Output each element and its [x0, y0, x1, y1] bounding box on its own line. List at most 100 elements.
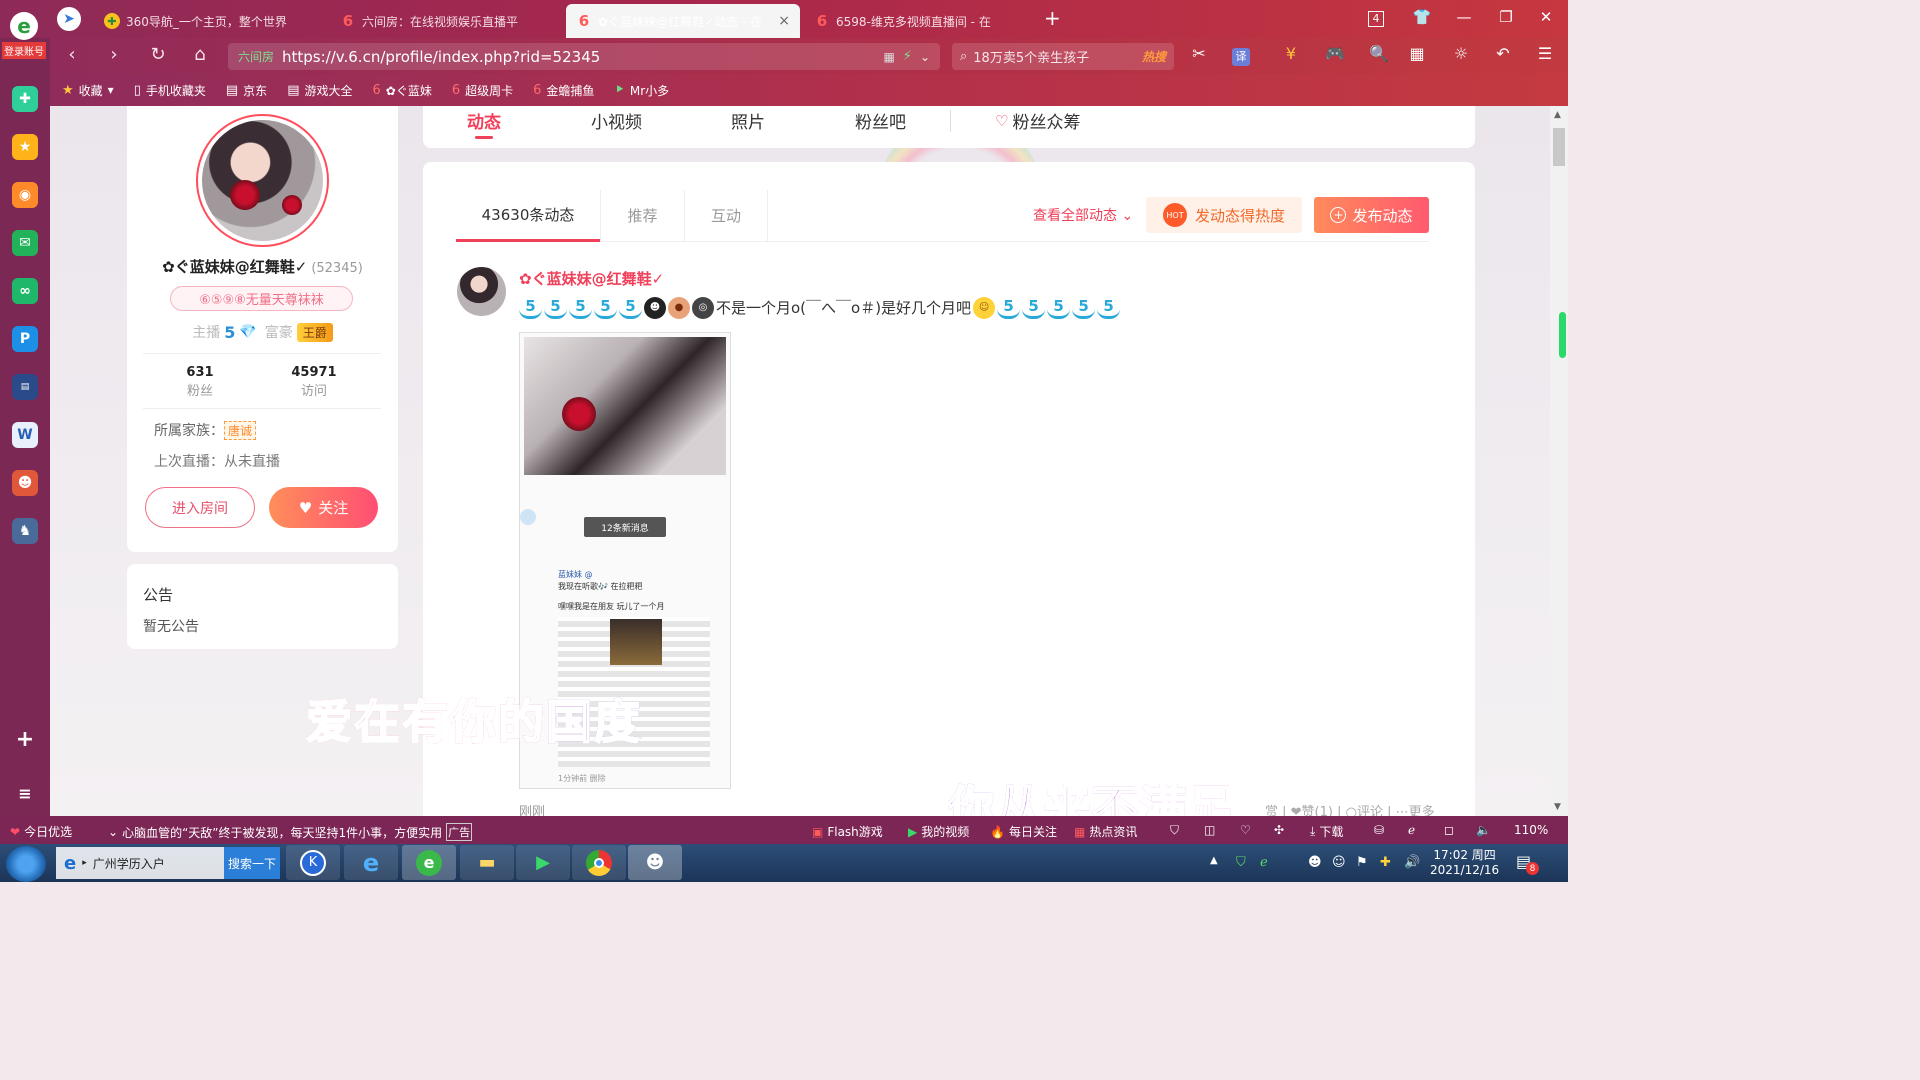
tray-network-icon[interactable]: ⚑: [1356, 855, 1368, 870]
taskbar-search-button[interactable]: 搜索一下: [224, 847, 280, 879]
heart-pulse-icon[interactable]: ♡: [1240, 823, 1251, 837]
login-button[interactable]: e 登录账号: [0, 12, 48, 62]
flash-games[interactable]: ▣ Flash游戏: [812, 823, 883, 840]
tray-ie-icon[interactable]: ℯ: [1260, 855, 1268, 870]
tab-360-nav[interactable]: ✚ 360导航_一个主页，整个世界: [94, 4, 326, 38]
address-bar[interactable]: 六间房 https://v.6.cn/profile/index.php?rid…: [228, 43, 940, 70]
back-icon[interactable]: ‹: [60, 44, 84, 65]
bookmark-fishing[interactable]: 6 金蟾捕鱼: [533, 82, 594, 99]
volume-icon[interactable]: 🔈: [1476, 823, 1491, 837]
tray-user-icon[interactable]: ☺: [1332, 855, 1346, 870]
hot-news[interactable]: ▦ 热点资讯: [1074, 823, 1137, 840]
subtab-recommended[interactable]: 推荐: [600, 190, 684, 242]
tray-360-icon[interactable]: ✚: [1380, 855, 1391, 870]
new-tab-button[interactable]: +: [1044, 6, 1061, 30]
tab-short-video[interactable]: 小视频: [591, 108, 642, 133]
news-ticker[interactable]: ⌄ 心脑血管的“天敌”终于被发现，每天坚持1件小事，方便实用 广告: [108, 823, 473, 841]
scroll-up-icon[interactable]: ▲: [1554, 110, 1561, 120]
scissors-icon[interactable]: ✂: [1186, 44, 1212, 63]
browser-logo-icon[interactable]: ➤: [57, 7, 81, 31]
post-author-name[interactable]: ✿ぐ蓝妹妹@红舞鞋✓: [519, 268, 664, 289]
family-link[interactable]: 唐诚: [224, 420, 257, 440]
bookmark-favorites[interactable]: ★ 收藏 ▾: [62, 82, 114, 99]
family-badge[interactable]: ⑥⑤⑨⑧无量天尊袜袜: [170, 286, 353, 311]
fans-stat[interactable]: 631 粉丝: [160, 365, 240, 399]
apps-grid-icon[interactable]: ▦: [1404, 44, 1430, 63]
hot-post-button[interactable]: HOT 发动态得热度: [1146, 197, 1302, 233]
enter-room-button[interactable]: 进入房间: [145, 487, 255, 528]
my-videos[interactable]: ▶ 我的视频: [908, 823, 969, 840]
subtab-all-posts[interactable]: 43630条动态: [456, 190, 600, 242]
game-controller-icon[interactable]: ✣: [1274, 823, 1284, 837]
bookmark-games[interactable]: ▤ 游戏大全: [287, 82, 352, 99]
publish-post-button[interactable]: + 发布动态: [1314, 197, 1429, 233]
media-player-icon[interactable]: ▶: [516, 845, 570, 880]
skin-icon[interactable]: 👕: [1410, 8, 1434, 26]
link-icon[interactable]: ∞: [12, 278, 38, 304]
speed-icon[interactable]: ⚡: [903, 49, 912, 64]
word-icon[interactable]: W: [12, 422, 38, 448]
post-author-avatar[interactable]: [457, 267, 506, 316]
bookmark-jd[interactable]: ▤ 京东: [226, 82, 267, 99]
mail-icon[interactable]: ✉: [12, 230, 38, 256]
side-handle[interactable]: [1559, 312, 1566, 358]
page-scrollbar[interactable]: ▲ ▼: [1550, 106, 1568, 816]
tab-6598-room[interactable]: 6 6598-维克多视频直播间 - 在: [804, 4, 1036, 38]
chevron-down-icon[interactable]: ⌄: [920, 50, 930, 64]
list-icon[interactable]: ≡: [12, 780, 38, 806]
home-icon[interactable]: ⌂: [188, 44, 212, 65]
k-app-icon[interactable]: K: [286, 845, 340, 880]
today-picks[interactable]: ❤ 今日优选: [10, 823, 72, 840]
tab-feed[interactable]: 动态: [467, 108, 501, 139]
coupon-icon[interactable]: ¥: [1278, 44, 1304, 63]
shield-icon[interactable]: ⛉: [1170, 823, 1179, 838]
tray-qq-icon[interactable]: ☻: [1308, 855, 1322, 870]
tab-count-badge[interactable]: 4: [1368, 11, 1384, 27]
brightness-icon[interactable]: ☼: [1448, 44, 1474, 63]
plus-service-icon[interactable]: ✚: [12, 86, 38, 112]
zoom-level[interactable]: 110%: [1514, 823, 1548, 837]
download-button[interactable]: ⤓ 下载: [1310, 823, 1343, 840]
search-box[interactable]: ⌕ 18万卖5个亲生孩子 热搜: [952, 43, 1174, 70]
tray-shield-icon[interactable]: ⛉: [1236, 855, 1246, 870]
game-avatar-icon[interactable]: ☻: [628, 845, 682, 880]
notification-center[interactable]: ▤ 8: [1516, 852, 1539, 875]
tab-fan-club[interactable]: 粉丝吧: [855, 108, 906, 133]
refresh-icon[interactable]: ↻: [146, 44, 170, 65]
360-browser-icon[interactable]: e: [402, 845, 456, 880]
chrome-icon[interactable]: [572, 845, 626, 880]
game-knight-icon[interactable]: ♞: [12, 518, 38, 544]
scroll-down-icon[interactable]: ▼: [1554, 802, 1561, 812]
close-window-icon[interactable]: ✕: [1534, 8, 1558, 26]
add-sidebar-icon[interactable]: +: [12, 726, 38, 752]
tab-profile-active[interactable]: 6 ✿ぐ蓝妹妹@红舞鞋✓动态 - 在 ×: [566, 4, 800, 38]
translate-icon[interactable]: 译: [1232, 48, 1250, 66]
bookmark-mobile[interactable]: ▯ 手机收藏夹: [134, 82, 206, 99]
start-button[interactable]: [6, 846, 46, 882]
tab-photos[interactable]: 照片: [731, 108, 765, 133]
close-tab-icon[interactable]: ×: [778, 13, 790, 29]
cast-icon[interactable]: ⛁: [1374, 823, 1384, 837]
tab-6cn-home[interactable]: 6 六间房：在线视频娱乐直播平: [330, 4, 562, 38]
ppt-icon[interactable]: P: [12, 326, 38, 352]
daily-follow[interactable]: 🔥 每日关注: [990, 823, 1057, 840]
scroll-thumb[interactable]: [1553, 128, 1565, 166]
game-mascot-icon[interactable]: ☻: [12, 470, 38, 496]
ie-search-taskbar[interactable]: e ▸ 广州学历入户: [56, 847, 224, 879]
file-explorer-icon[interactable]: ▬: [460, 845, 514, 880]
ie-browser-icon[interactable]: e: [344, 845, 398, 880]
tray-up-arrow-icon[interactable]: ▲: [1210, 855, 1218, 866]
chart-icon[interactable]: ◫: [1204, 823, 1215, 837]
avatar[interactable]: [196, 114, 329, 247]
find-icon[interactable]: 🔍: [1366, 44, 1392, 63]
follow-button[interactable]: ♥ 关注: [269, 487, 378, 528]
menu-icon[interactable]: ☰: [1532, 44, 1558, 63]
bookmark-weekly[interactable]: 6 超级周卡: [452, 82, 513, 99]
ie-mode-icon[interactable]: ℯ: [1408, 823, 1415, 837]
weibo-icon[interactable]: ◉: [12, 182, 38, 208]
qr-icon[interactable]: ▦: [883, 50, 894, 64]
bookmark-mrxiaoduo[interactable]: ⯈ Mr小多: [614, 82, 669, 99]
undo-icon[interactable]: ↶: [1490, 44, 1516, 63]
game-icon[interactable]: 🎮: [1322, 44, 1348, 63]
subtab-interaction[interactable]: 互动: [684, 190, 768, 242]
